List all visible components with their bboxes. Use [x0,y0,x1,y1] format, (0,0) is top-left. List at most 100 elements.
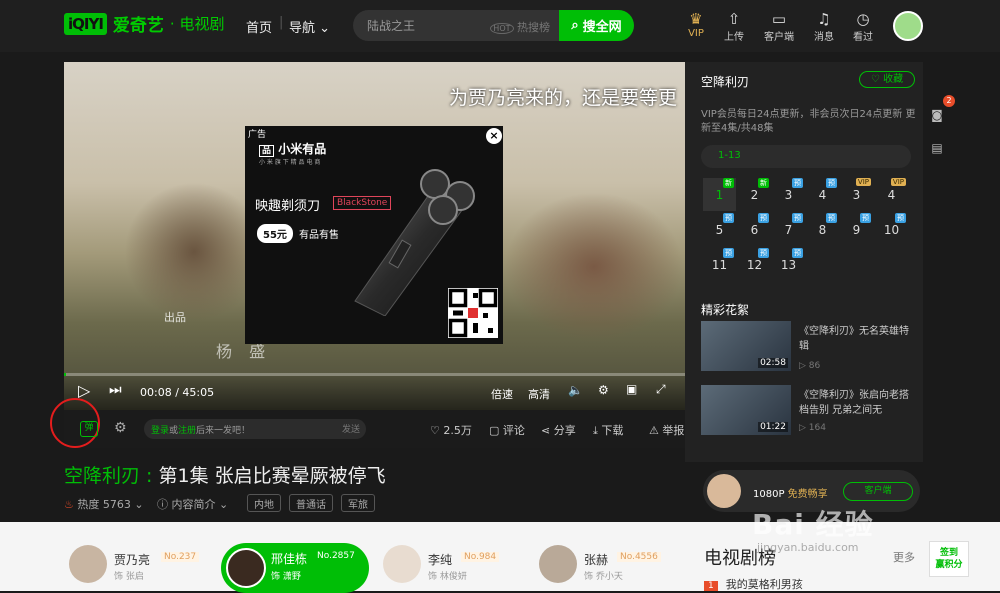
comment-button[interactable]: ▢ 评论 [489,422,525,438]
top-navigation: iQIYI 爱奇艺 · 电视剧 首页 | 导航 ⌄ HOT 热搜榜 ⌕ 搜全网 … [0,0,1000,52]
nav-guide[interactable]: 导航 ⌄ [289,17,330,36]
episode-item[interactable]: 预 10 [875,213,908,246]
upload-button[interactable]: ⇧ 上传 [716,10,752,43]
vip-button[interactable]: ♛ VIP [678,10,714,39]
search-all-button[interactable]: ⌕ 搜全网 [559,10,634,41]
episode-item[interactable]: 预4 [806,178,839,211]
clip-title[interactable]: 《空降利刃》张启向老搭档告别 兄弟之间无 [799,388,917,418]
clip-title[interactable]: 《空降利刃》无名英雄特辑 [799,324,917,354]
search-box[interactable]: HOT 热搜榜 [353,10,560,41]
heat-info[interactable]: ♨ 热度 5763 ⌄ [64,496,144,512]
episode-item[interactable]: 预7 [772,213,805,246]
comment-label: 评论 [502,424,525,437]
episode-item[interactable]: 预9 [840,213,873,246]
settings-gear-icon[interactable]: ⚙ [598,383,609,397]
time-display: 00:08 / 45:05 [140,386,215,399]
send-button[interactable]: 发送 [342,422,360,435]
chart-rank: 1 [704,581,718,591]
danmu-toggle-icon[interactable]: 弹 [80,421,98,437]
episode-range-tab[interactable]: 1-13 [701,145,911,168]
episode-item[interactable]: 新2 [738,178,771,211]
episode-item[interactable]: 预 13 [772,248,805,281]
signin-widget[interactable]: 签到 赢积分 [929,541,969,577]
share-button[interactable]: ⋖ 分享 [541,422,576,438]
ad-close-button[interactable]: × [486,128,502,144]
message-button[interactable]: ♫ 消息 [806,10,842,43]
episode-item[interactable]: 预5 [703,213,736,246]
episode-badge: 新 [723,178,734,188]
crown-icon: ♛ [689,10,703,28]
tag-genre[interactable]: 军旅 [341,494,375,512]
channel-name: · 电视剧 [169,15,225,33]
cast-card-active[interactable]: 邢佳栋 No.2857 饰 潇野 [221,543,369,593]
bell-icon: ♫ [817,10,831,28]
user-avatar[interactable] [893,11,923,41]
tag-language[interactable]: 普通话 [289,494,333,512]
highlights-title: 精彩花絮 [701,303,750,317]
episode-item[interactable]: 预8 [806,213,839,246]
cast-card[interactable]: 李纯 No.984 饰 林俊妍 [383,545,523,590]
fullscreen-icon[interactable]: ⤢ [656,382,666,397]
logo-name: 爱奇艺 [112,16,164,36]
quality-button[interactable]: 高清 [528,386,550,402]
episode-badge: 预 [758,248,769,258]
report-button[interactable]: ⚠ 举报 [649,422,684,438]
download-icon: ⤓ [593,424,598,437]
chart-item[interactable]: 1 我的莫格利男孩 [704,576,803,592]
clip-plays: ▷ 164 [799,423,826,433]
episode-badge: 预 [723,213,734,223]
history-button[interactable]: ◷ 看过 [845,10,881,43]
episode-item[interactable]: 新1 [703,178,736,211]
clip-thumbnail[interactable]: 01:22 [701,385,791,435]
cast-card[interactable]: 张赫 No.4556 饰 乔小天 [539,545,689,590]
chart-more-link[interactable]: 更多 [893,549,915,565]
hot-search-link[interactable]: HOT 热搜榜 [490,19,550,35]
play-icon[interactable]: ▷ [78,381,90,400]
intro-toggle[interactable]: ⓘ 内容简介 ⌄ [157,496,228,512]
nav-home[interactable]: 首页 [246,17,272,36]
chevron-down-icon: ⌄ [319,21,331,36]
login-link[interactable]: 登录 [151,426,169,436]
episode-number: 4 [818,188,827,202]
episode-badge: 预 [792,213,803,223]
share-icon: ⋖ [541,424,551,437]
show-title[interactable]: 空降利刃 [64,465,140,487]
speed-button[interactable]: 倍速 [491,386,513,402]
note-icon[interactable]: ▤ [926,137,948,159]
episode-item[interactable]: 预3 [772,178,805,211]
cast-card[interactable]: 贾乃亮 No.237 饰 张启 [69,545,209,590]
nav-divider: | [279,15,284,30]
client-button[interactable]: ▭ 客户端 [761,10,797,43]
episode-item[interactable]: 预6 [738,213,771,246]
danmu-input[interactable]: 登录或注册后来一发吧！ 发送 [144,419,366,439]
volume-icon[interactable]: 🔈 [568,383,583,397]
download-button[interactable]: ⤓ 下载 [593,422,623,438]
episode-item[interactable]: 预 12 [738,248,771,281]
heart-icon: ♡ [430,424,440,437]
ad-price: 55元 [257,224,293,243]
episode-badge: 预 [826,178,837,188]
promo-resolution: 1080P [753,489,785,500]
cast-rank: No.237 [161,552,200,562]
open-client-button[interactable]: 客户端 [843,482,913,501]
iqiyi-logo[interactable]: iQIYI 爱奇艺 · 电视剧 [64,11,224,36]
qr-pattern [448,288,498,338]
register-link[interactable]: 注册 [178,426,196,436]
report-label: 举报 [662,424,685,437]
video-ad-popup[interactable]: 广告 品 小米有品 小 米 旗 下 精 品 电 商 映趣剃须刀 BlackSto… [245,126,503,344]
clip-thumbnail[interactable]: 02:58 [701,321,791,371]
tag-region[interactable]: 内地 [247,494,281,512]
episode-item[interactable]: 预 11 [703,248,736,281]
chart-item-title: 我的莫格利男孩 [725,578,803,591]
bag-icon[interactable]: ◙ [926,104,948,126]
collect-button[interactable]: ♡ 收藏 [859,71,915,88]
warning-icon: ⚠ [649,424,659,437]
episode-item[interactable]: VIP 3 [840,178,873,211]
next-episode-icon[interactable]: ⏭ [109,382,122,398]
episode-item[interactable]: VIP 4 [875,178,908,211]
danmu-settings-icon[interactable]: ⚙ [114,420,127,436]
episode-number: 2 [750,188,759,202]
search-input[interactable] [367,18,477,32]
picture-in-picture-icon[interactable]: ▣ [626,382,637,396]
like-button[interactable]: ♡ 2.5万 [430,422,472,438]
